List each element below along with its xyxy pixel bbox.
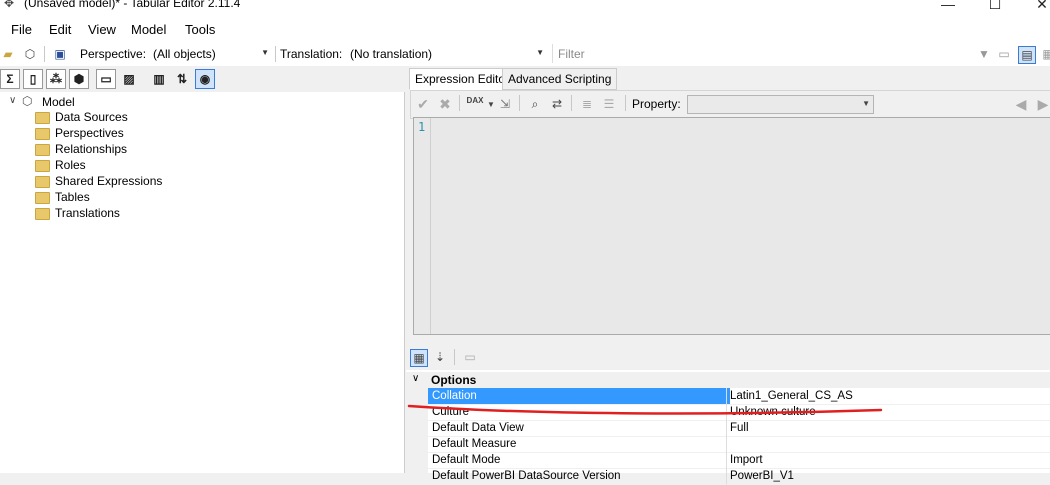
folder-icon <box>35 176 50 188</box>
categorized-icon[interactable]: ▦ <box>410 349 428 367</box>
property-name: Default PowerBI DataSource Version <box>428 468 730 485</box>
expression-editor[interactable]: 1 <box>413 117 1050 335</box>
chevron-down-icon: ▼ <box>261 48 269 57</box>
maximize-icon[interactable]: ☐ <box>975 0 1015 13</box>
folder-icon <box>35 112 50 124</box>
forward-icon[interactable]: ▶ <box>1035 96 1050 112</box>
expression-toolbar: ✔ ✖ DAX ▼ ⇲ ⌕ ⇄ ≣ ☰ Property: ▼ ◀ ▶ <box>410 90 1050 119</box>
info-columns-icon[interactable]: ◉ <box>195 69 215 89</box>
folder-icon <box>35 192 50 204</box>
chevron-down-icon[interactable]: ∨ <box>9 95 16 106</box>
dax-format-icon[interactable]: DAX <box>465 93 485 109</box>
property-value[interactable]: Import <box>726 452 1050 469</box>
menu-tools[interactable]: Tools <box>185 22 215 37</box>
hidden-icon[interactable]: ▨ <box>119 69 139 89</box>
cube-icon[interactable]: ⬡ <box>22 46 38 62</box>
tab-expression-editor[interactable]: Expression Editor <box>409 68 516 90</box>
property-value[interactable] <box>726 436 1050 453</box>
property-row[interactable]: Default Data View Full <box>406 420 1050 437</box>
translation-dropdown[interactable]: (No translation) ▼ <box>345 44 547 65</box>
folder-view-icon[interactable]: ▭ <box>96 69 116 89</box>
tree-root-model[interactable]: Model <box>42 95 75 109</box>
save-icon[interactable]: ▣ <box>52 46 68 62</box>
sort-az-icon[interactable]: ⇅ <box>172 69 192 89</box>
property-row[interactable]: Default Measure <box>406 436 1050 453</box>
tree-item[interactable]: Perspectives <box>55 126 124 140</box>
category-label: Options <box>431 373 477 387</box>
property-row[interactable]: Default Mode Import <box>406 452 1050 469</box>
perspective-dropdown[interactable]: (All objects) ▼ <box>148 44 272 65</box>
cancel-icon[interactable]: ✖ <box>437 96 453 112</box>
window-title: (Unsaved model)* - Tabular Editor 2.11.4 <box>24 0 241 10</box>
tree-item[interactable]: Data Sources <box>55 110 128 124</box>
search-icon[interactable]: ⌕ <box>527 96 543 112</box>
chevron-down-icon: ▼ <box>862 99 870 108</box>
tab-advanced-scripting[interactable]: Advanced Scripting <box>502 68 618 90</box>
hierarchy-icon[interactable]: ⁂ <box>46 69 66 89</box>
property-name: Default Measure <box>428 436 730 453</box>
property-value[interactable]: Full <box>726 420 1050 437</box>
main-toolbar: ▰ ⬡ ▣ Perspective: (All objects) ▼ Trans… <box>0 42 1050 66</box>
chevron-down-icon[interactable]: ∨ <box>412 373 419 384</box>
menu-file[interactable]: File <box>11 22 32 37</box>
translation-label: Translation: <box>280 47 343 61</box>
tree-item[interactable]: Shared Expressions <box>55 174 162 188</box>
property-dropdown[interactable]: ▼ <box>687 95 874 114</box>
panel-icon[interactable]: ▤ <box>1018 46 1036 64</box>
back-icon[interactable]: ◀ <box>1013 96 1029 112</box>
columns-icon[interactable]: ▯ <box>23 69 43 89</box>
layout-icon[interactable]: ▭ <box>996 46 1012 62</box>
replace-icon[interactable]: ⇄ <box>549 96 565 112</box>
property-pages-icon[interactable]: ▭ <box>462 349 478 365</box>
folder-icon <box>35 160 50 172</box>
property-name: Default Data View <box>428 420 730 437</box>
open-folder-icon[interactable]: ▰ <box>0 46 16 62</box>
model-icon: ⬡ <box>22 94 33 108</box>
property-grid: ∨ Options Collation Latin1_General_CS_AS C… <box>406 370 1050 485</box>
table-icon[interactable]: ⬢ <box>69 69 89 89</box>
tree-item[interactable]: Translations <box>55 206 120 220</box>
accept-icon[interactable]: ✔ <box>415 96 431 112</box>
tree-item[interactable]: Relationships <box>55 142 127 156</box>
property-grid-toolbar: ▦ ⇣ ▭ <box>406 345 1050 369</box>
editor-tabs: Expression Editor Advanced Scripting <box>406 66 1050 90</box>
red-annotation-stroke <box>407 404 883 415</box>
grid-icon[interactable]: ▦ <box>1040 46 1050 62</box>
sigma-icon[interactable]: Σ <box>0 69 20 89</box>
line-number: 1 <box>418 120 426 134</box>
tree-item[interactable]: Roles <box>55 158 86 172</box>
title-bar: ✥ (Unsaved model)* - Tabular Editor 2.11… <box>0 0 1050 14</box>
tree-item[interactable]: Tables <box>55 190 90 204</box>
close-icon[interactable]: ✕ <box>1022 0 1050 13</box>
filter-input[interactable]: Filter <box>552 44 971 63</box>
chevron-down-icon: ▼ <box>536 48 544 57</box>
minimize-icon[interactable]: — <box>928 0 968 12</box>
display-columns-icon[interactable]: ▥ <box>149 69 169 89</box>
property-label: Property: <box>632 97 681 111</box>
indent-icon[interactable]: ≣ <box>579 96 595 112</box>
sort-alphabetical-icon[interactable]: ⇣ <box>432 349 448 365</box>
filter-icon[interactable]: ▼ <box>976 46 992 62</box>
perspective-label: Perspective: <box>80 47 147 61</box>
folder-icon <box>35 128 50 140</box>
category-options[interactable]: ∨ Options <box>406 372 1050 388</box>
menu-view[interactable]: View <box>88 22 116 37</box>
property-value[interactable]: PowerBI_V1 <box>726 468 1050 485</box>
property-row[interactable]: Default PowerBI DataSource Version PowerB… <box>406 468 1050 485</box>
model-tree: ∨ ⬡ Model Data Sources Perspectives Relati… <box>0 92 405 473</box>
menu-model[interactable]: Model <box>131 22 166 37</box>
tree-toolbar: Σ ▯ ⁂ ⬢ ▭ ▨ ▥ ⇅ ◉ <box>0 66 405 92</box>
dependencies-icon[interactable]: ⇲ <box>497 96 513 112</box>
folder-icon <box>35 144 50 156</box>
property-name: Default Mode <box>428 452 730 469</box>
app-icon: ✥ <box>4 0 15 10</box>
menu-bar: File Edit View Model Tools <box>0 14 1050 42</box>
line-number-gutter: 1 <box>414 118 431 334</box>
folder-icon <box>35 208 50 220</box>
menu-edit[interactable]: Edit <box>49 22 71 37</box>
comment-icon[interactable]: ☰ <box>601 96 617 112</box>
